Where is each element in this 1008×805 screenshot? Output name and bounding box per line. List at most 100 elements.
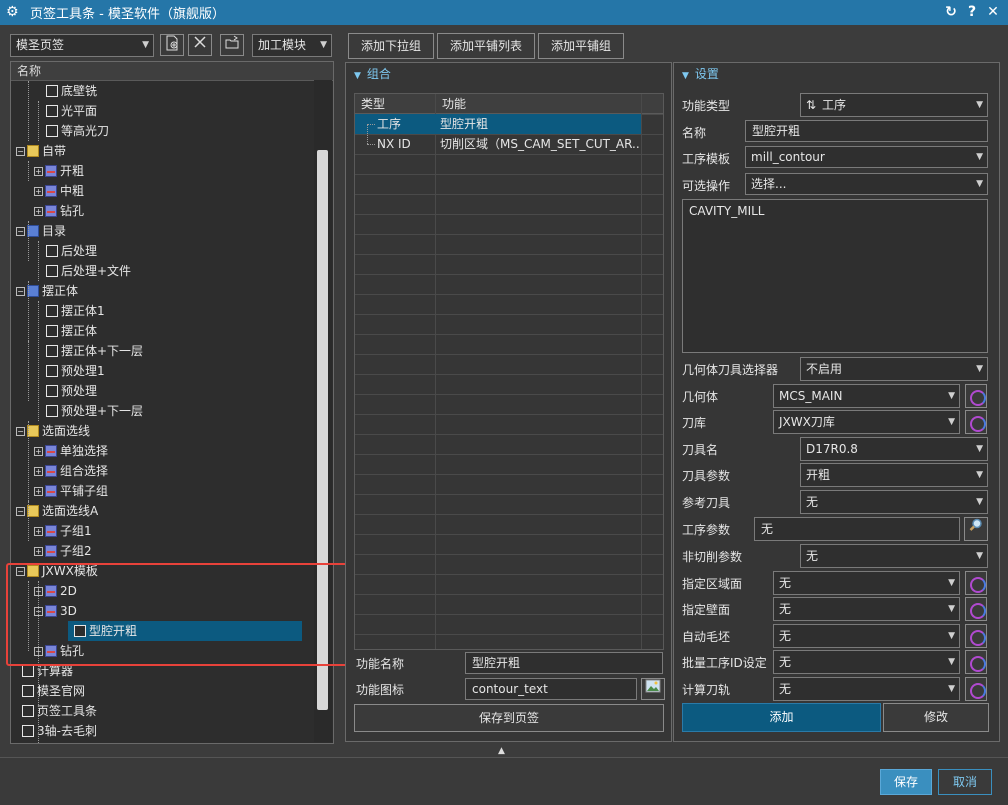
tree-item[interactable]: 等高光刀 xyxy=(10,121,310,141)
add-tile-list-button[interactable]: 添加平铺列表 xyxy=(437,33,535,59)
tree-item[interactable]: 摆正体+下一层 xyxy=(10,341,310,361)
region-refresh-icon[interactable] xyxy=(965,571,987,595)
tree-item[interactable]: − 目录 xyxy=(10,221,310,241)
checkbox-icon[interactable] xyxy=(22,665,34,677)
func-name-field[interactable]: 型腔开粗 xyxy=(465,652,663,674)
batch-refresh-icon[interactable] xyxy=(965,650,987,674)
col-header-func[interactable]: 功能 xyxy=(435,94,641,114)
tree-item[interactable]: − 选面选线A xyxy=(10,501,310,521)
group-row[interactable]: 工序 型腔开粗 xyxy=(355,114,641,134)
template-select[interactable]: mill_contour ▼ xyxy=(745,146,988,168)
path-refresh-icon[interactable] xyxy=(965,677,987,701)
tree-item[interactable]: 光平面 xyxy=(10,101,310,121)
collapse-icon[interactable]: − xyxy=(16,427,25,436)
module-select[interactable]: 加工模块 ▼ xyxy=(252,34,332,57)
checkbox-icon[interactable] xyxy=(46,85,58,97)
settings-panel-header[interactable]: ▼ 设置 xyxy=(674,63,999,85)
tree-item[interactable]: 预处理 xyxy=(10,381,310,401)
tree-item[interactable]: 页签工具条 xyxy=(10,701,310,721)
tool-param-select[interactable]: 开粗 ▼ xyxy=(800,463,988,487)
checkbox-icon[interactable] xyxy=(46,105,58,117)
ref-tool-select[interactable]: 无 ▼ xyxy=(800,490,988,514)
geometry-refresh-icon[interactable] xyxy=(965,384,987,408)
checkbox-icon[interactable] xyxy=(46,265,58,277)
modify-button[interactable]: 修改 xyxy=(883,703,989,732)
path-select[interactable]: 无 ▼ xyxy=(773,677,960,701)
save-button[interactable]: 保存 xyxy=(880,769,932,795)
blank-refresh-icon[interactable] xyxy=(965,624,987,648)
tree-item[interactable]: + 开粗 xyxy=(10,161,310,181)
tree-item[interactable]: 摆正体1 xyxy=(10,301,310,321)
batch-select[interactable]: 无 ▼ xyxy=(773,650,960,674)
tree-item[interactable]: + 平铺子组 xyxy=(10,481,310,501)
expand-icon[interactable]: + xyxy=(34,547,43,556)
tool-name-select[interactable]: D17R0.8 ▼ xyxy=(800,437,988,461)
func-icon-field[interactable]: contour_text xyxy=(465,678,637,700)
expand-icon[interactable]: + xyxy=(34,187,43,196)
region-select[interactable]: 无 ▼ xyxy=(773,571,960,595)
add-dropdown-group-button[interactable]: 添加下拉组 xyxy=(348,33,434,59)
group-grid[interactable]: 类型 功能 工序 型腔开粗 NX ID 切削区域（MS_CAM_SET_CUT_AR.… xyxy=(354,93,664,650)
export-icon[interactable] xyxy=(220,34,244,56)
checkbox-icon[interactable] xyxy=(46,365,58,377)
wall-refresh-icon[interactable] xyxy=(965,597,987,621)
checkbox-icon[interactable] xyxy=(22,685,34,697)
optional-select[interactable]: 选择... ▼ xyxy=(745,173,988,195)
expand-icon[interactable]: + xyxy=(34,447,43,456)
tree-item[interactable]: 后处理+文件 xyxy=(10,261,310,281)
close-icon[interactable]: ✕ xyxy=(983,0,1003,25)
wall-select[interactable]: 无 ▼ xyxy=(773,597,960,621)
noncut-select[interactable]: 无 ▼ xyxy=(800,544,988,568)
tree-item[interactable]: 摆正体 xyxy=(10,321,310,341)
name-field[interactable]: 型腔开粗 xyxy=(745,120,988,142)
tree-item[interactable]: 底壁铣 xyxy=(10,81,310,101)
checkbox-icon[interactable] xyxy=(46,245,58,257)
tree-item[interactable]: 后处理 xyxy=(10,241,310,261)
expand-icon[interactable]: + xyxy=(34,527,43,536)
tree-item[interactable]: 预处理1 xyxy=(10,361,310,381)
expand-icon[interactable]: + xyxy=(34,487,43,496)
tree-item[interactable]: + 钻孔 xyxy=(10,201,310,221)
tree-item[interactable]: + 单独选择 xyxy=(10,441,310,461)
group-panel-header[interactable]: ▼ 组合 xyxy=(346,63,671,85)
save-to-tab-button[interactable]: 保存到页签 xyxy=(354,704,664,732)
collapse-icon[interactable]: − xyxy=(16,507,25,516)
tree-item[interactable]: + 组合选择 xyxy=(10,461,310,481)
collapse-icon[interactable]: − xyxy=(16,287,25,296)
func-type-select[interactable]: ⇅ 工序 ▼ xyxy=(800,93,988,117)
checkbox-icon[interactable] xyxy=(46,125,58,137)
tree-item[interactable]: − 摆正体 xyxy=(10,281,310,301)
tree-item[interactable]: 模圣官网 xyxy=(10,681,310,701)
checkbox-icon[interactable] xyxy=(46,405,58,417)
image-picker-icon[interactable] xyxy=(641,678,665,700)
group-row[interactable]: NX ID 切削区域（MS_CAM_SET_CUT_AR... xyxy=(355,134,641,154)
refresh-icon[interactable]: ↻ xyxy=(941,0,961,25)
checkbox-icon[interactable] xyxy=(46,325,58,337)
collapse-icon[interactable]: − xyxy=(16,227,25,236)
checkbox-icon[interactable] xyxy=(22,705,34,717)
search-icon[interactable] xyxy=(964,517,988,541)
checkbox-icon[interactable] xyxy=(46,385,58,397)
expand-icon[interactable]: + xyxy=(34,167,43,176)
tree-item[interactable]: + 子组2 xyxy=(10,541,310,561)
checkbox-icon[interactable] xyxy=(22,725,34,737)
collapse-icon[interactable]: − xyxy=(16,147,25,156)
tree-item[interactable]: − 自带 xyxy=(10,141,310,161)
tree-item[interactable]: + 子组1 xyxy=(10,521,310,541)
delete-icon[interactable] xyxy=(188,34,212,56)
add-tile-group-button[interactable]: 添加平铺组 xyxy=(538,33,624,59)
col-header-type[interactable]: 类型 xyxy=(355,94,435,114)
cancel-button[interactable]: 取消 xyxy=(938,769,992,795)
splitter-up-icon[interactable]: ▲ xyxy=(498,746,505,756)
help-icon[interactable]: ? xyxy=(962,0,982,25)
library-refresh-icon[interactable] xyxy=(965,410,987,434)
tree-item[interactable]: 3轴-去毛刺 xyxy=(10,721,310,741)
library-select[interactable]: JXWX刀库 ▼ xyxy=(773,410,960,434)
checkbox-icon[interactable] xyxy=(46,305,58,317)
tree-item[interactable]: − 选面选线 xyxy=(10,421,310,441)
page-select[interactable]: 模圣页签 ▼ xyxy=(10,34,154,57)
new-item-icon[interactable] xyxy=(160,34,184,56)
checkbox-icon[interactable] xyxy=(46,345,58,357)
operations-textarea[interactable]: CAVITY_MILL xyxy=(682,199,988,353)
expand-icon[interactable]: + xyxy=(34,207,43,216)
